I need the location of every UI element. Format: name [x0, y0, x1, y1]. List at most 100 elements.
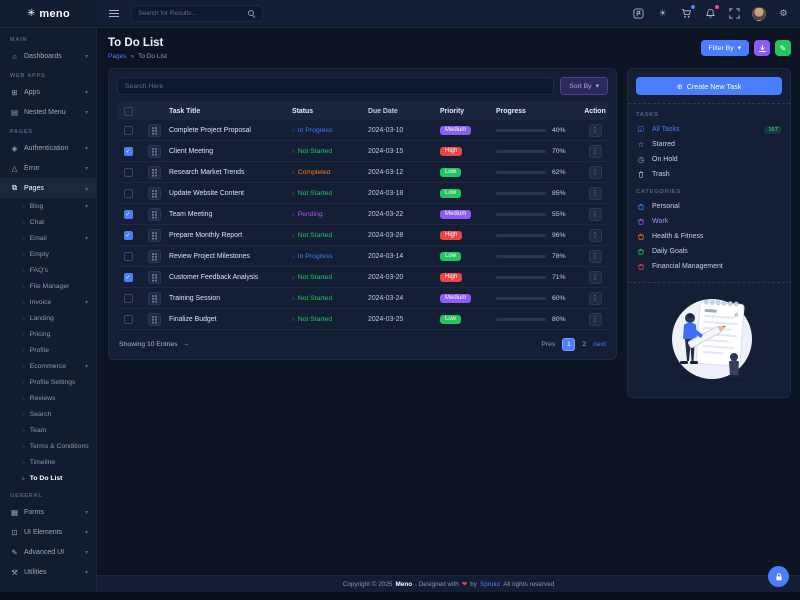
table-search-input[interactable]	[125, 83, 546, 90]
drag-handle[interactable]	[148, 271, 161, 284]
sidebar-item[interactable]: ⊞ Apps ▾	[0, 82, 96, 102]
sidebar-subitem[interactable]: Empty	[0, 246, 96, 262]
row-actions-button[interactable]: ⋮	[589, 250, 602, 263]
priority-badge: Low	[440, 189, 461, 198]
sidebar-item[interactable]: ✎ Advanced UI ▾	[0, 542, 96, 562]
language-flag-icon[interactable]	[632, 7, 645, 20]
row-checkbox[interactable]	[124, 294, 133, 303]
sidebar-item[interactable]: ▤ Nested Menu ▾	[0, 102, 96, 122]
row-actions-button[interactable]: ⋮	[589, 166, 602, 179]
sidebar-subitem-label: Profile	[30, 347, 49, 354]
row-checkbox[interactable]	[124, 189, 133, 198]
sidebar-item[interactable]: ⊡ UI Elements ▾	[0, 522, 96, 542]
sidebar-subitem[interactable]: Ecommerce ▾	[0, 358, 96, 374]
row-actions-button[interactable]: ⋮	[589, 124, 602, 137]
sidebar-subitem[interactable]: Invoice ▾	[0, 294, 96, 310]
cart-icon[interactable]	[680, 7, 693, 20]
drag-handle[interactable]	[148, 229, 161, 242]
sidebar-subitem[interactable]: File Manager	[0, 278, 96, 294]
row-actions-button[interactable]: ⋮	[589, 292, 602, 305]
settings-gear-icon[interactable]: ⚙	[777, 7, 790, 20]
sidebar-subitem[interactable]: FAQ's	[0, 262, 96, 278]
task-filter-trash[interactable]: Trash	[636, 167, 782, 182]
search-icon[interactable]	[248, 10, 256, 18]
user-avatar[interactable]	[752, 7, 766, 21]
row-checkbox[interactable]	[124, 147, 133, 156]
row-actions-button[interactable]: ⋮	[589, 145, 602, 158]
category-item[interactable]: Personal	[636, 199, 782, 214]
sidebar-toggle-hamburger-icon[interactable]	[109, 10, 119, 17]
create-new-task-button[interactable]: ⊕ Create New Task	[636, 77, 782, 95]
sidebar-item[interactable]: ▦ Forms ▾	[0, 502, 96, 522]
sidebar-subitem[interactable]: Pricing	[0, 326, 96, 342]
pagination-prev[interactable]: Prev	[541, 341, 555, 348]
drag-handle[interactable]	[148, 208, 161, 221]
row-checkbox[interactable]	[124, 273, 133, 282]
pagination-page-1[interactable]: 1	[562, 338, 575, 351]
export-button[interactable]	[754, 40, 770, 56]
row-actions-button[interactable]: ⋮	[589, 187, 602, 200]
row-actions-button[interactable]: ⋮	[589, 208, 602, 221]
status-badge: Completed	[292, 169, 368, 176]
sidebar-item[interactable]: ◈ Authentication ▾	[0, 138, 96, 158]
drag-handle[interactable]	[148, 313, 161, 326]
sidebar-subitem-label: Ecommerce	[30, 363, 66, 370]
breadcrumb-pages-link[interactable]: Pages	[108, 53, 126, 60]
row-actions-button[interactable]: ⋮	[589, 229, 602, 242]
sidebar-subitem[interactable]: Profile	[0, 342, 96, 358]
row-checkbox[interactable]	[124, 168, 133, 177]
sidebar-subitem[interactable]: To Do List	[0, 470, 96, 486]
row-actions-button[interactable]: ⋮	[589, 271, 602, 284]
row-checkbox[interactable]	[124, 126, 133, 135]
row-checkbox[interactable]	[124, 210, 133, 219]
task-filter-on-hold[interactable]: ◷ On Hold	[636, 152, 782, 167]
sidebar-subitem[interactable]: Landing	[0, 310, 96, 326]
footer-vendor-link[interactable]: Spruko	[480, 581, 500, 588]
brand-logo[interactable]: ✳ meno	[0, 0, 97, 27]
filter-by-button[interactable]: Filter By ▾	[701, 40, 749, 56]
pagination-page-2[interactable]: 2	[582, 341, 586, 348]
category-item[interactable]: Work	[636, 214, 782, 229]
drag-handle[interactable]	[148, 250, 161, 263]
sidebar-item[interactable]: ⧉ Pages ▴	[0, 178, 96, 198]
chevron-down-icon: ▾	[85, 203, 88, 210]
drag-handle[interactable]	[148, 145, 161, 158]
drag-handle[interactable]	[148, 292, 161, 305]
row-checkbox[interactable]	[124, 231, 133, 240]
notifications-bell-icon[interactable]	[704, 7, 717, 20]
chevron-down-icon: ▾	[85, 109, 88, 116]
category-item[interactable]: Health & Fitness	[636, 229, 782, 244]
sidebar-subitem[interactable]: Chat	[0, 214, 96, 230]
sidebar-item[interactable]: ⌂ Dashboards ▾	[0, 46, 96, 66]
sidebar-subitem[interactable]: Profile Settings	[0, 374, 96, 390]
select-all-checkbox[interactable]	[124, 107, 133, 116]
task-filter-all-tasks[interactable]: ☑ All Tasks 167	[636, 122, 782, 137]
sort-by-button[interactable]: Sort By ▾	[560, 77, 608, 95]
category-item[interactable]: Financial Management	[636, 259, 782, 274]
category-item[interactable]: Daily Goals	[636, 244, 782, 259]
global-search-input[interactable]	[138, 10, 248, 17]
pagination-next[interactable]: next	[593, 341, 606, 348]
drag-handle[interactable]	[148, 187, 161, 200]
sidebar-subitem[interactable]: Timeline	[0, 454, 96, 470]
drag-handle[interactable]	[148, 166, 161, 179]
sidebar-subitem[interactable]: Blog ▾	[0, 198, 96, 214]
sidebar-item[interactable]: ⚒ Utilities ▾	[0, 562, 96, 582]
sidebar-subitem[interactable]: Email ▾	[0, 230, 96, 246]
breadcrumb-separator: »	[130, 53, 134, 60]
drag-handle[interactable]	[148, 124, 161, 137]
row-checkbox[interactable]	[124, 315, 133, 324]
sidebar-item[interactable]: △ Error ▾	[0, 158, 96, 178]
floating-lock-button[interactable]	[768, 566, 789, 587]
sidebar-subitem[interactable]: Reviews	[0, 390, 96, 406]
task-filter-starred[interactable]: ☆ Starred	[636, 137, 782, 152]
sidebar-subitem[interactable]: Search	[0, 406, 96, 422]
row-checkbox[interactable]	[124, 252, 133, 261]
sidebar-subitem[interactable]: Terms & Conditions	[0, 438, 96, 454]
row-actions-button[interactable]: ⋮	[589, 313, 602, 326]
task-title: Team Meeting	[169, 211, 292, 218]
theme-sun-icon[interactable]: ☀	[656, 7, 669, 20]
sidebar-subitem[interactable]: Team	[0, 422, 96, 438]
fullscreen-icon[interactable]	[728, 7, 741, 20]
edit-button[interactable]: ✎	[775, 40, 791, 56]
